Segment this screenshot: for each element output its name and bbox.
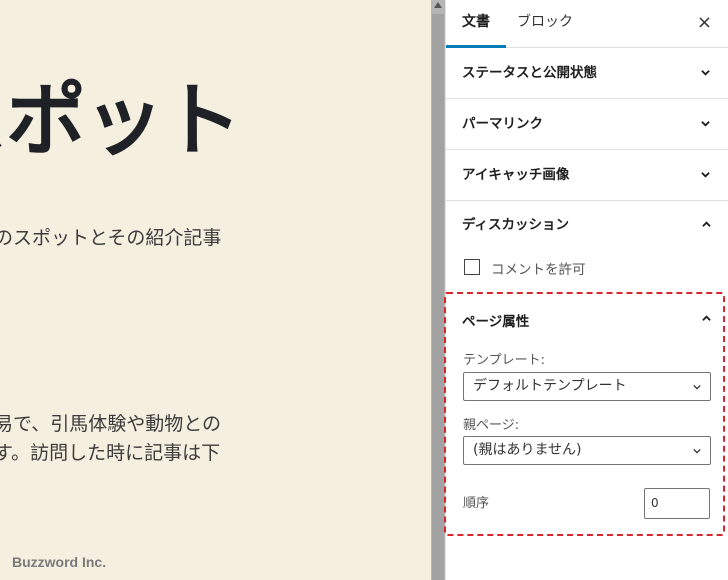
template-select-value: デフォルトテンプレート — [473, 378, 627, 394]
order-label: 順序 — [463, 496, 490, 511]
chevron-down-icon — [701, 172, 710, 178]
panel-title: アイキャッチ画像 — [462, 167, 570, 183]
allow-comments-checkbox[interactable] — [464, 259, 480, 275]
chevron-down-icon — [693, 448, 701, 454]
chevron-up-icon[interactable] — [702, 314, 711, 323]
panel-title[interactable]: ページ属性 — [462, 310, 529, 330]
close-icon[interactable]: × — [697, 12, 712, 34]
template-label: テンプレート: — [463, 353, 545, 368]
chevron-down-icon — [701, 70, 710, 76]
order-input-value: 0 — [651, 496, 659, 510]
post-paragraph[interactable]: のスポットとその紹介記事 — [0, 224, 221, 253]
panel-title[interactable]: ディスカッション — [462, 200, 569, 250]
panel-discussion: ディスカッション コメントを許可 — [446, 200, 728, 291]
parent-page-select[interactable]: (親はありません) — [463, 436, 711, 465]
panel-page-attributes: ページ属性 テンプレート: デフォルトテンプレート 親ページ: (親はありません… — [444, 292, 725, 536]
panel-permalink[interactable]: パーマリンク — [446, 99, 728, 150]
tab-block[interactable]: ブロック — [517, 0, 573, 48]
chevron-up-icon[interactable] — [702, 220, 711, 229]
chevron-down-icon — [701, 121, 710, 127]
panel-title: パーマリンク — [462, 116, 543, 132]
template-select[interactable]: デフォルトテンプレート — [463, 372, 711, 401]
watermark: Buzzword Inc. — [12, 554, 107, 570]
parent-page-select-value: (親はありません) — [473, 442, 582, 458]
post-paragraph[interactable]: 易で、引馬体験や動物との — [0, 410, 221, 439]
scroll-up-icon[interactable] — [434, 2, 442, 8]
parent-page-label: 親ページ: — [463, 418, 520, 433]
panel-featured-image[interactable]: アイキャッチ画像 — [446, 150, 728, 201]
settings-sidebar: 文書 ブロック × ステータスと公開状態 パーマリンク アイキャッチ画像 ディス… — [444, 0, 728, 580]
tab-document[interactable]: 文書 — [446, 0, 506, 48]
scrollbar-thumb[interactable] — [432, 14, 444, 580]
panel-status[interactable]: ステータスと公開状態 — [446, 48, 728, 99]
panel-title: ステータスと公開状態 — [462, 65, 597, 81]
chevron-down-icon — [693, 384, 701, 390]
editor-canvas[interactable]: スポット のスポットとその紹介記事 易で、引馬体験や動物との す。訪問した時に記… — [0, 0, 431, 580]
order-input[interactable]: 0 — [644, 488, 710, 519]
post-paragraph[interactable]: す。訪問した時に記事は下 — [0, 439, 220, 468]
allow-comments-label[interactable]: コメントを許可 — [491, 258, 586, 278]
post-title[interactable]: スポット — [0, 56, 242, 172]
sidebar-tabs: 文書 ブロック × — [446, 0, 728, 48]
